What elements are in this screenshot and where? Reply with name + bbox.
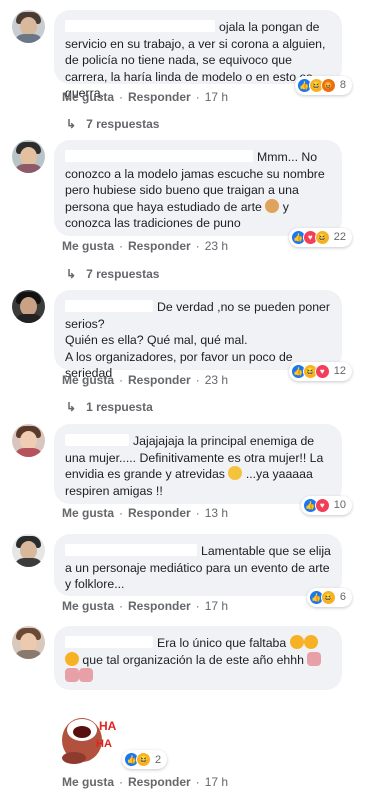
comment-bubble: ojala la pongan de servicio en su trabaj… bbox=[54, 10, 352, 100]
rofl-emoji-icon bbox=[65, 651, 79, 666]
haha-sticker: HA HA bbox=[62, 718, 117, 764]
smirk-emoji-icon bbox=[228, 466, 243, 480]
author-name[interactable] bbox=[65, 434, 129, 446]
reaction-summary[interactable]: 👍 ♥ 10 bbox=[300, 496, 352, 515]
reply-arrow-icon: ↳ bbox=[66, 267, 77, 281]
avatar[interactable] bbox=[12, 626, 45, 659]
reaction-summary[interactable]: 👍 😆 2 bbox=[122, 750, 168, 769]
view-replies-link[interactable]: ↳ 1 respuesta bbox=[66, 400, 153, 414]
rofl-emoji-icon bbox=[303, 635, 318, 649]
facepalm-emoji-icon bbox=[79, 668, 93, 682]
angry-reaction-icon: 😡 bbox=[320, 78, 336, 93]
comment-actions: Me gusta · Responder · 17 h bbox=[62, 775, 229, 789]
comment-text-line: Quién es ella? Qué mal, qué mal. bbox=[65, 333, 248, 347]
comment-bubble: De verdad ,no se pueden poner serios? Qu… bbox=[54, 290, 352, 381]
comment-bubble: Mmm... No conozco a la modelo jamas escu… bbox=[54, 140, 352, 247]
like-button[interactable]: Me gusta bbox=[62, 775, 114, 789]
facepalm-emoji-icon bbox=[65, 668, 79, 682]
comment-text: ojala la pongan de servicio en su trabaj… bbox=[65, 20, 326, 100]
reply-button[interactable]: Responder bbox=[128, 239, 191, 253]
reply-button[interactable]: Responder bbox=[128, 506, 191, 520]
reaction-count: 22 bbox=[333, 231, 346, 244]
avatar[interactable] bbox=[12, 424, 45, 457]
like-button[interactable]: Me gusta bbox=[62, 373, 114, 387]
comment-bubble: Jajajajaja la principal enemiga de una m… bbox=[54, 424, 352, 515]
comment-actions: Me gusta · Responder · 17 h bbox=[62, 90, 229, 104]
avatar[interactable] bbox=[12, 534, 45, 567]
author-name[interactable] bbox=[65, 300, 153, 312]
facepalm-emoji-icon bbox=[307, 651, 322, 666]
timestamp[interactable]: 13 h bbox=[205, 506, 228, 520]
love-reaction-icon: ♥ bbox=[314, 498, 330, 513]
comment-actions: Me gusta · Responder · 17 h bbox=[62, 599, 229, 613]
haha-reaction-icon: 😆 bbox=[320, 590, 336, 605]
reaction-summary[interactable]: 👍 😆 6 bbox=[306, 588, 352, 607]
author-name[interactable] bbox=[65, 150, 253, 162]
comment-bubble: Lamentable que se elija a un personaje m… bbox=[54, 534, 352, 607]
reaction-summary[interactable]: 👍 😆 ♥ 12 bbox=[288, 362, 352, 381]
rofl-emoji-icon bbox=[289, 635, 304, 649]
avatar[interactable] bbox=[12, 10, 45, 43]
comment-actions: Me gusta · Responder · 23 h bbox=[62, 239, 229, 253]
haha-reaction-icon: 😆 bbox=[136, 752, 151, 767]
author-name[interactable] bbox=[65, 544, 197, 556]
like-button[interactable]: Me gusta bbox=[62, 239, 114, 253]
love-reaction-icon: ♥ bbox=[314, 364, 330, 379]
reaction-count: 12 bbox=[333, 365, 346, 378]
avatar[interactable] bbox=[12, 140, 45, 173]
reaction-summary[interactable]: 👍 😆 😡 8 bbox=[294, 76, 352, 95]
sticker-text-1: HA bbox=[99, 719, 117, 733]
avatar[interactable] bbox=[12, 290, 45, 323]
comment-text-tail: que tal organización la de este año ehhh bbox=[82, 652, 304, 667]
comment-actions: Me gusta · Responder · 13 h bbox=[62, 506, 229, 520]
comment-actions: Me gusta · Responder · 23 h bbox=[62, 373, 229, 387]
timestamp[interactable]: 23 h bbox=[205, 239, 228, 253]
reaction-count: 6 bbox=[339, 591, 346, 604]
sticker-text-2: HA bbox=[96, 738, 112, 750]
like-button[interactable]: Me gusta bbox=[62, 90, 114, 104]
reaction-count: 10 bbox=[333, 499, 346, 512]
reply-button[interactable]: Responder bbox=[128, 90, 191, 104]
like-button[interactable]: Me gusta bbox=[62, 599, 114, 613]
reaction-summary[interactable]: 👍 ♥ 😆 22 bbox=[288, 228, 352, 247]
comment-text: Era lo único que faltaba bbox=[157, 636, 287, 650]
artist-palette-icon bbox=[265, 198, 280, 213]
reply-button[interactable]: Responder bbox=[128, 775, 191, 789]
timestamp[interactable]: 17 h bbox=[205, 90, 228, 104]
view-replies-link[interactable]: ↳ 7 respuestas bbox=[66, 117, 159, 131]
haha-reaction-icon: 😆 bbox=[314, 230, 330, 245]
timestamp[interactable]: 17 h bbox=[205, 599, 228, 613]
reply-button[interactable]: Responder bbox=[128, 373, 191, 387]
author-name[interactable] bbox=[65, 20, 215, 32]
reaction-count: 2 bbox=[155, 753, 162, 766]
view-replies-link[interactable]: ↳ 7 respuestas bbox=[66, 267, 159, 281]
reply-arrow-icon: ↳ bbox=[66, 117, 77, 131]
reaction-count: 8 bbox=[339, 79, 346, 92]
reply-button[interactable]: Responder bbox=[128, 599, 191, 613]
timestamp[interactable]: 23 h bbox=[205, 373, 228, 387]
author-name[interactable] bbox=[65, 636, 153, 648]
reply-arrow-icon: ↳ bbox=[66, 400, 77, 414]
comment-bubble: Era lo único que faltaba que tal organiz… bbox=[54, 626, 342, 690]
like-button[interactable]: Me gusta bbox=[62, 506, 114, 520]
timestamp[interactable]: 17 h bbox=[205, 775, 228, 789]
